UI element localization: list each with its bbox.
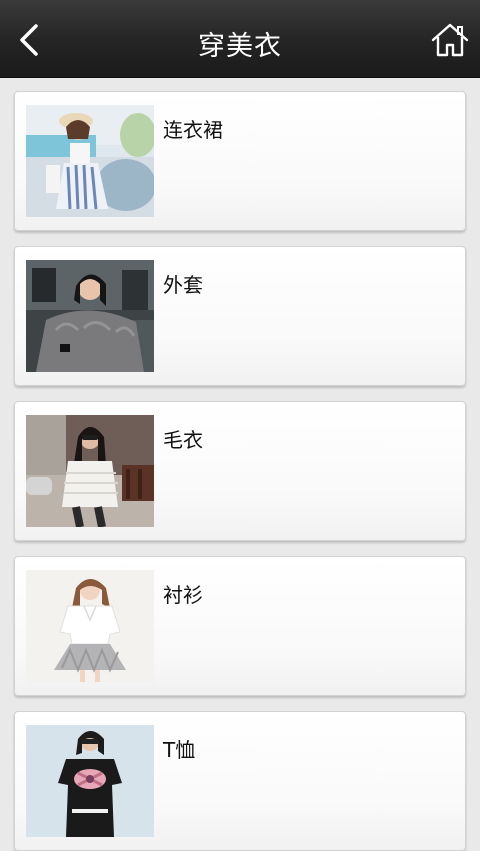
category-item-sweater[interactable]: 毛衣 [14,401,466,541]
sweater-photo [26,415,154,527]
app-header: 穿美衣 [0,0,480,78]
coat-photo [26,260,154,372]
category-label: T恤 [163,738,196,762]
home-button[interactable] [428,20,472,60]
category-item-dress[interactable]: 连衣裙 [14,91,466,231]
category-item-tshirt[interactable]: T恤 [14,711,466,851]
category-label: 连衣裙 [163,118,223,142]
category-item-blouse[interactable]: 衬衫 [14,556,466,696]
dress-photo [26,105,154,217]
category-label: 外套 [163,273,203,297]
page-title: 穿美衣 [198,31,282,62]
category-item-coat[interactable]: 外套 [14,246,466,386]
category-label: 毛衣 [163,428,203,452]
category-label: 衬衫 [163,583,203,607]
tshirt-photo [26,725,154,837]
blouse-photo [26,570,154,682]
home-icon [431,23,469,57]
